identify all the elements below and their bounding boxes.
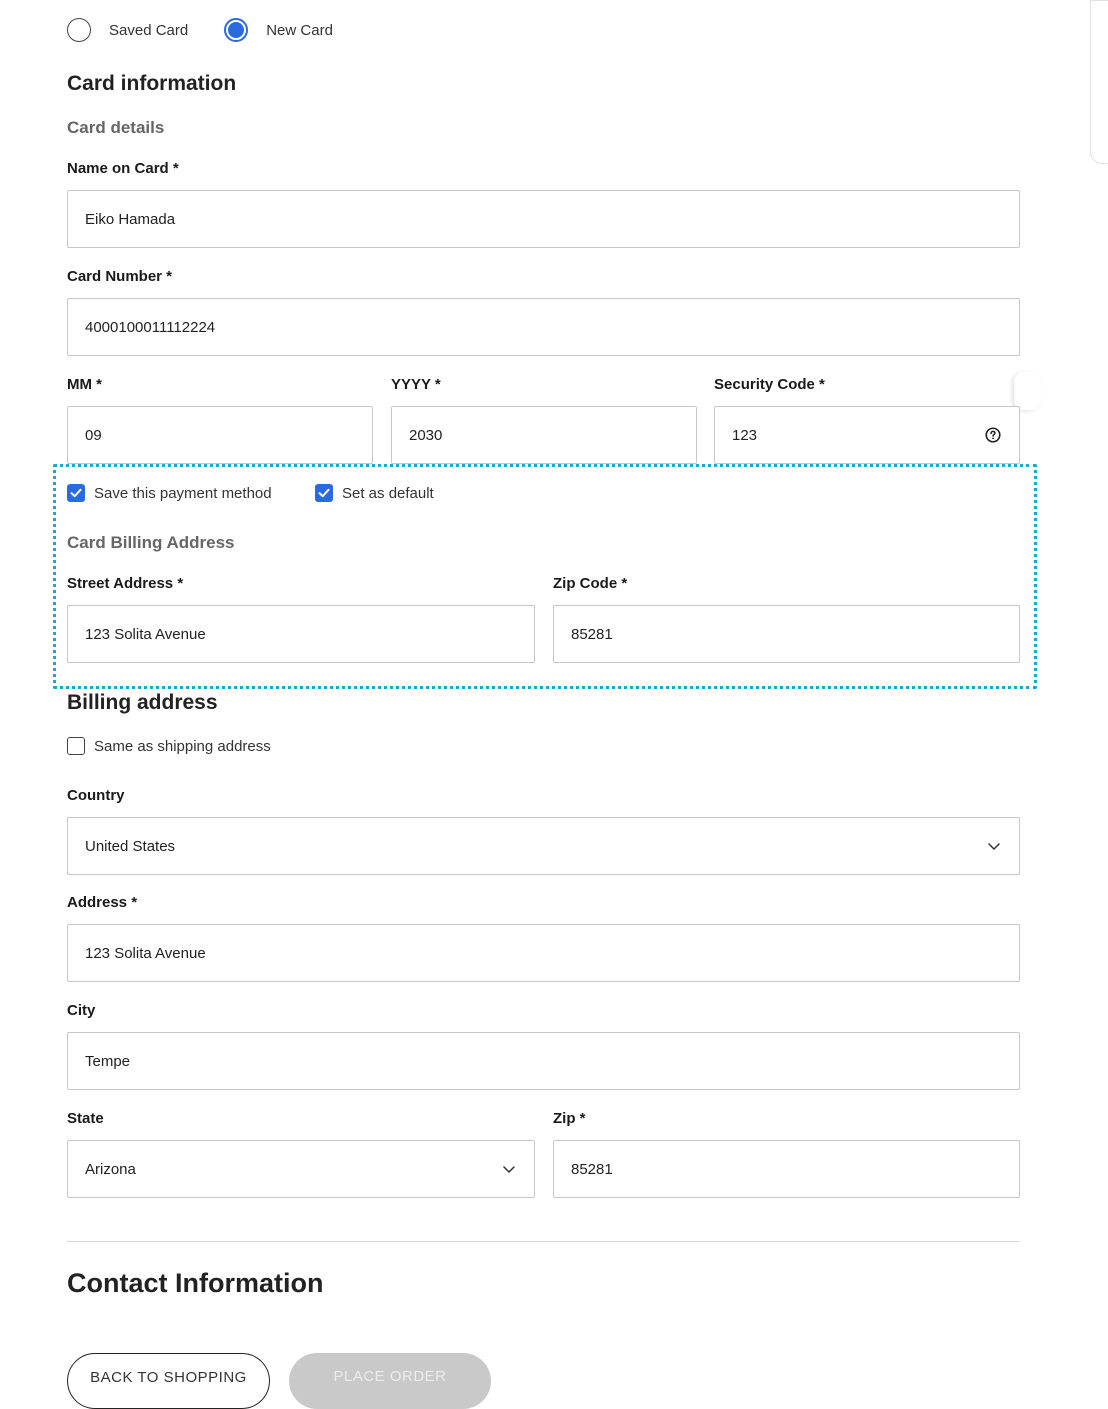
zip-input[interactable]: 85281 — [553, 1140, 1020, 1198]
save-payment-checkbox[interactable] — [67, 484, 85, 502]
name-on-card-input[interactable]: Eiko Hamada — [67, 190, 1020, 248]
side-tab-handle[interactable] — [1014, 372, 1040, 410]
billing-address-heading: Billing address — [67, 691, 218, 714]
new-card-label[interactable]: New Card — [266, 22, 333, 39]
card-number-value: 4000100011112224 — [85, 318, 216, 336]
card-billing-address-subheading: Card Billing Address — [67, 533, 235, 552]
saved-card-label[interactable]: Saved Card — [109, 22, 188, 39]
zip-label: Zip * — [553, 1110, 586, 1127]
check-icon — [70, 488, 82, 498]
month-label: MM * — [67, 376, 102, 393]
street-address-label: Street Address * — [67, 575, 184, 592]
save-payment-option[interactable]: Save this payment method — [67, 484, 272, 502]
year-value: 2030 — [409, 426, 443, 444]
month-value: 09 — [85, 426, 102, 444]
same-as-shipping-option[interactable]: Same as shipping address — [67, 737, 271, 755]
name-on-card-value: Eiko Hamada — [85, 210, 176, 228]
address-value: 123 Solita Avenue — [85, 944, 206, 962]
security-code-label: Security Code * — [714, 376, 825, 393]
same-as-shipping-label: Same as shipping address — [94, 737, 271, 755]
new-card-radio[interactable] — [224, 18, 249, 42]
set-default-checkbox[interactable] — [315, 484, 333, 502]
year-input[interactable]: 2030 — [391, 406, 697, 464]
state-select[interactable]: Arizona — [67, 1140, 535, 1198]
contact-information-heading: Contact Information — [67, 1268, 324, 1298]
saved-card-radio[interactable] — [67, 18, 91, 42]
check-icon — [318, 488, 330, 498]
zip-code-label: Zip Code * — [553, 575, 628, 592]
month-input[interactable]: 09 — [67, 406, 373, 464]
year-label: YYYY * — [391, 376, 441, 393]
street-address-input[interactable]: 123 Solita Avenue — [67, 605, 535, 663]
chevron-down-icon — [988, 843, 1000, 850]
set-default-option[interactable]: Set as default — [315, 484, 434, 502]
country-select[interactable]: United States — [67, 817, 1020, 875]
card-number-input[interactable]: 4000100011112224 — [67, 298, 1020, 356]
card-information-heading: Card information — [67, 72, 237, 95]
state-value: Arizona — [85, 1160, 136, 1178]
help-circle-icon[interactable] — [984, 426, 1002, 444]
state-label: State — [67, 1110, 104, 1127]
name-on-card-label: Name on Card * — [67, 160, 179, 177]
same-as-shipping-checkbox[interactable] — [67, 737, 85, 755]
city-value: Tempe — [85, 1052, 131, 1070]
city-input[interactable]: Tempe — [67, 1032, 1020, 1090]
save-payment-label: Save this payment method — [94, 484, 272, 502]
security-code-value: 123 — [732, 426, 758, 444]
address-label: Address * — [67, 894, 138, 911]
security-code-input[interactable]: 123 — [714, 406, 1020, 464]
place-order-button[interactable]: PLACE ORDER — [289, 1353, 491, 1409]
side-panel-edge — [1090, 0, 1108, 164]
chevron-down-icon — [503, 1166, 515, 1173]
card-number-label: Card Number * — [67, 268, 173, 285]
street-address-value: 123 Solita Avenue — [85, 625, 206, 643]
payment-choice-group: Saved Card New Card — [67, 18, 369, 42]
zip-code-value: 85281 — [571, 625, 613, 643]
zip-value: 85281 — [571, 1160, 613, 1178]
zip-code-input[interactable]: 85281 — [553, 605, 1020, 663]
section-divider — [67, 1241, 1020, 1242]
city-label: City — [67, 1002, 96, 1019]
set-default-label: Set as default — [342, 484, 434, 502]
address-input[interactable]: 123 Solita Avenue — [67, 924, 1020, 982]
country-value: United States — [85, 837, 176, 855]
back-to-shopping-button[interactable]: BACK TO SHOPPING — [67, 1353, 270, 1409]
country-label: Country — [67, 787, 125, 804]
card-details-subheading: Card details — [67, 118, 165, 137]
